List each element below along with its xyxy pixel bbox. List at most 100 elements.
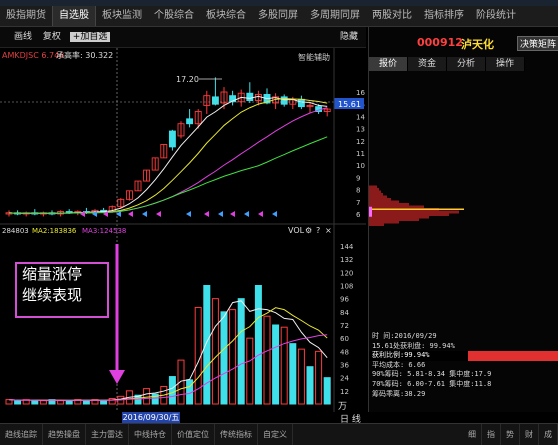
volume-bar-36 [315,350,323,405]
price-tick-4: 12 [356,138,365,146]
tab-4[interactable]: 板块综合 [200,6,252,26]
tab-2[interactable]: 板块监测 [96,6,148,26]
right-tab-0[interactable]: 报价 [369,57,408,71]
tab-6[interactable]: 多周期同屏 [304,6,366,26]
candle-body-24 [211,96,219,105]
vol-tick-7: 60 [340,335,349,343]
decision-matrix-button[interactable]: 决策矩阵 [517,36,558,51]
right-tabs: 报价 资金 分析 操作 [369,57,558,71]
price-tick-0: 16 [356,89,365,97]
volume-bar-0 [5,399,13,405]
date-label: 2016/09/30/五 [122,412,180,423]
price-tick-2: 14 [356,113,365,121]
info-chip70: 70%筹码: 6.00-7.61 集中度:11.8 [372,379,492,388]
price-tick-6: 10 [356,162,365,170]
tab-9[interactable]: 阶段统计 [470,6,522,26]
stock-name: 泸天化 [461,38,494,51]
bottom-tab-2[interactable]: 主力雷达 [86,424,129,445]
tab-7[interactable]: 两股对比 [366,6,418,26]
right-tab-1[interactable]: 资金 [408,57,447,71]
assist-label: 智能辅助 [298,52,330,62]
bottom-tab-1[interactable]: 趋势操盘 [43,424,86,445]
bottom-tab-5[interactable]: 传统指标 [215,424,258,445]
info-time: 时 间:2016/09/29 [372,332,437,340]
volume-bar-7 [65,400,73,405]
tab-5[interactable]: 多股同屏 [252,6,304,26]
chart-toolbar: 画线 复权 +加自选 隐藏 [0,27,366,48]
bottom-tab-3[interactable]: 中线持仓 [129,424,172,445]
bottom-right-tab-2[interactable]: 势 [501,424,520,445]
chip-distribution: 1614121086 [369,185,464,226]
annotation-line-2: 继续表现 [22,286,83,304]
right-tab-3[interactable]: 操作 [486,57,525,71]
volume-bar-32 [280,326,288,405]
bottom-tab-6[interactable]: 自定义 [258,424,293,445]
vol-tick-0: 144 [340,243,354,251]
candle-body-34 [297,98,305,108]
candle-body-19 [168,130,176,148]
stock-header: 000912 泸天化 决策矩阵 [369,27,558,55]
info-profit-line: 15.61处获利盘: 99.94% [372,341,455,350]
adjust-price-button[interactable]: 复权 [43,32,61,42]
vol-tick-10: 24 [340,375,349,383]
volume-bar-28 [246,337,254,405]
vol-ma2-label: MA2:183836 [32,227,77,235]
chip-bar-15 [369,223,384,226]
signal-marker-6 [156,211,161,217]
peak-label: 17.20 [176,75,199,84]
draw-line-button[interactable]: 画线 [14,32,32,42]
right-tab-2[interactable]: 分析 [447,57,486,71]
info-avg-cost: 平均成本: 6.66 [372,360,426,369]
tab-3[interactable]: 个股综合 [148,6,200,26]
bottom-right-tab-4[interactable]: 成 [539,424,558,445]
volume-bar-11 [100,400,108,405]
vol-tick-11: 12 [340,388,349,396]
price-tick-7: 9 [356,174,360,182]
info-chip90: 90%筹码: 5.81-8.34 集中度:17.9 [372,370,492,379]
bottom-tab-0[interactable]: 趋线追踪 [0,424,43,445]
hide-button[interactable]: 隐藏 [340,27,358,47]
volume-bar-24 [211,298,219,405]
current-price-label: 15.61 [338,100,361,109]
vol-tick-8: 48 [340,348,349,356]
volume-bar-33 [289,343,297,405]
close-icon: × [325,226,332,235]
tab-0[interactable]: 股指期货 [0,6,52,26]
bottom-right-tab-1[interactable]: 指 [482,424,501,445]
vol-tick-3: 108 [340,283,353,291]
volume-bar-35 [306,366,314,405]
signal-marker-8 [204,211,209,217]
indicator-line: AMKDJSC 6.746 [2,51,64,60]
candle-body-28 [246,92,254,101]
price-marker [369,206,372,217]
volume-bar-19 [168,376,176,405]
volume-bar-29 [254,285,262,405]
tab-8[interactable]: 指标排序 [418,6,470,26]
win-rate-label: 承高率: 30.322 [56,50,113,60]
add-favorite-button[interactable]: +加自选 [69,32,111,42]
price-tick-10: 6 [356,211,361,219]
signal-marker-4 [128,211,133,217]
bottom-tab-4[interactable]: 价值定位 [172,424,215,445]
tab-1[interactable]: 自选股 [52,6,96,26]
price-tick-5: 11 [356,150,365,158]
vol-ma1-label: 284803 [2,227,29,235]
volume-bar-26 [229,309,237,405]
vol-ma20-line [8,334,328,401]
volume-bar-31 [272,324,280,405]
gear-icon: ⚙ [305,226,312,235]
vol-label: VOL [288,226,305,235]
info-chip-deviation: 筹码乖离:38.29 [372,389,426,398]
signal-marker-12 [258,211,263,217]
candles [5,77,331,217]
signal-marker-11 [244,211,249,217]
volume-bar-34 [297,348,305,405]
bottom-right-tab-3[interactable]: 财 [520,424,539,445]
volume-axis: 144 132 120 108 96 84 72 60 48 36 24 12 [340,243,354,396]
ma5-line [8,95,328,215]
volume-bar-23 [203,285,211,405]
volume-bar-37 [323,377,331,405]
bottom-right-tab-0[interactable]: 细 [463,424,482,445]
signal-marker-13 [272,211,277,217]
volume-bar-9 [82,400,90,405]
